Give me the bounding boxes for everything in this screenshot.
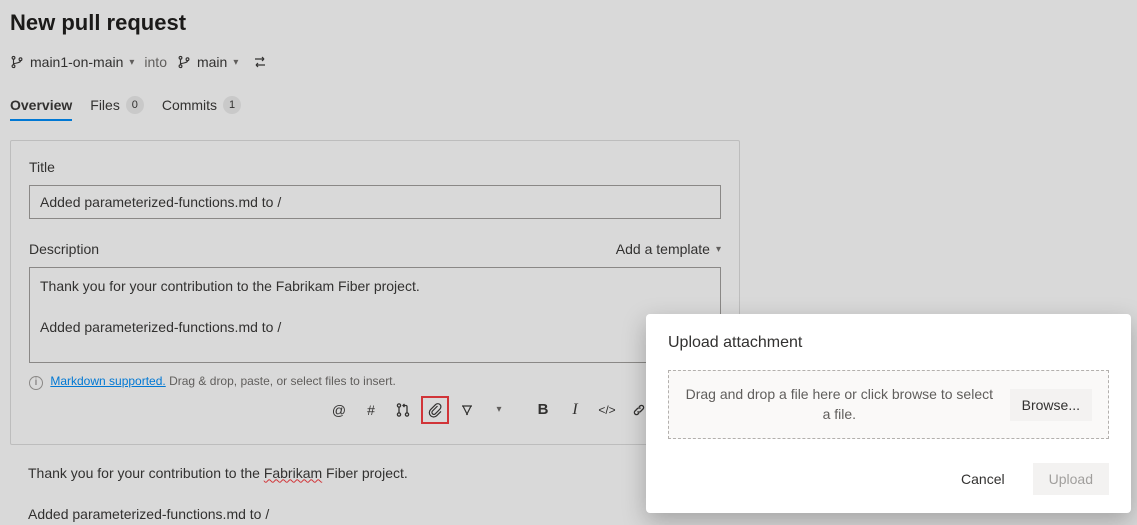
- branch-icon: [10, 55, 24, 69]
- branch-icon: [177, 55, 191, 69]
- upload-button[interactable]: Upload: [1033, 463, 1109, 495]
- page-title: New pull request: [10, 10, 1127, 36]
- chevron-down-icon: ▾: [233, 57, 238, 68]
- tab-files-label: Files: [90, 97, 120, 113]
- description-label: Description: [29, 241, 99, 257]
- add-template-button[interactable]: Add a template ▾: [616, 241, 721, 257]
- source-branch-picker[interactable]: main1-on-main ▾: [10, 54, 134, 70]
- swap-branches-button[interactable]: [248, 50, 272, 74]
- description-textarea[interactable]: [29, 267, 721, 363]
- tab-files-count: 0: [126, 96, 144, 114]
- link-icon: [631, 402, 647, 418]
- bold-button[interactable]: B: [529, 396, 557, 424]
- format-dropdown[interactable]: ▾: [485, 396, 513, 424]
- tab-overview-label: Overview: [10, 97, 72, 113]
- code-button[interactable]: </>: [593, 396, 621, 424]
- cancel-button[interactable]: Cancel: [945, 463, 1021, 495]
- pr-icon: [395, 402, 411, 418]
- branch-compare-bar: main1-on-main ▾ into main ▾: [10, 50, 1127, 74]
- pr-tabs: Overview Files 0 Commits 1: [10, 82, 1127, 120]
- tab-commits-count: 1: [223, 96, 241, 114]
- chevron-down-icon: ▾: [716, 244, 721, 255]
- swap-icon: [252, 54, 268, 70]
- tab-files[interactable]: Files 0: [90, 90, 144, 120]
- chevron-down-icon: ▾: [129, 57, 134, 68]
- target-branch-picker[interactable]: main ▾: [177, 54, 238, 70]
- dialog-title: Upload attachment: [668, 334, 1109, 352]
- markdown-hint-text: Drag & drop, paste, or select files to i…: [166, 374, 396, 388]
- eraser-icon: [459, 402, 475, 418]
- editor-toolbar: @ # ▾ B I </: [29, 396, 721, 424]
- target-branch-name: main: [197, 54, 227, 70]
- into-label: into: [144, 54, 167, 70]
- work-item-button[interactable]: #: [357, 396, 385, 424]
- italic-button[interactable]: I: [561, 396, 589, 424]
- paperclip-icon: [427, 402, 443, 418]
- title-label: Title: [29, 159, 721, 175]
- mention-button[interactable]: @: [325, 396, 353, 424]
- description-preview: Thank you for your contribution to the F…: [10, 445, 740, 525]
- info-icon: i: [29, 376, 43, 390]
- source-branch-name: main1-on-main: [30, 54, 123, 70]
- add-template-label: Add a template: [616, 241, 710, 257]
- preview-line-1: Thank you for your contribution to the F…: [28, 463, 722, 484]
- attach-file-button[interactable]: [421, 396, 449, 424]
- chevron-down-icon: ▾: [496, 404, 501, 415]
- tab-commits-label: Commits: [162, 97, 217, 113]
- clear-format-button[interactable]: [453, 396, 481, 424]
- title-input[interactable]: [29, 185, 721, 219]
- browse-button[interactable]: Browse...: [1010, 389, 1092, 421]
- markdown-supported-link[interactable]: Markdown supported.: [50, 374, 165, 388]
- pr-link-button[interactable]: [389, 396, 417, 424]
- upload-attachment-dialog: Upload attachment Drag and drop a file h…: [646, 314, 1131, 513]
- file-dropzone[interactable]: Drag and drop a file here or click brows…: [668, 370, 1109, 439]
- dropzone-text: Drag and drop a file here or click brows…: [685, 385, 994, 424]
- dialog-actions: Cancel Upload: [668, 463, 1109, 495]
- preview-line-2: Added parameterized-functions.md to /: [28, 504, 722, 525]
- markdown-hint: i Markdown supported. Drag & drop, paste…: [29, 374, 396, 390]
- pr-form-card: Title Description Add a template ▾ i Mar…: [10, 140, 740, 445]
- tab-overview[interactable]: Overview: [10, 91, 72, 119]
- tab-commits[interactable]: Commits 1: [162, 90, 241, 120]
